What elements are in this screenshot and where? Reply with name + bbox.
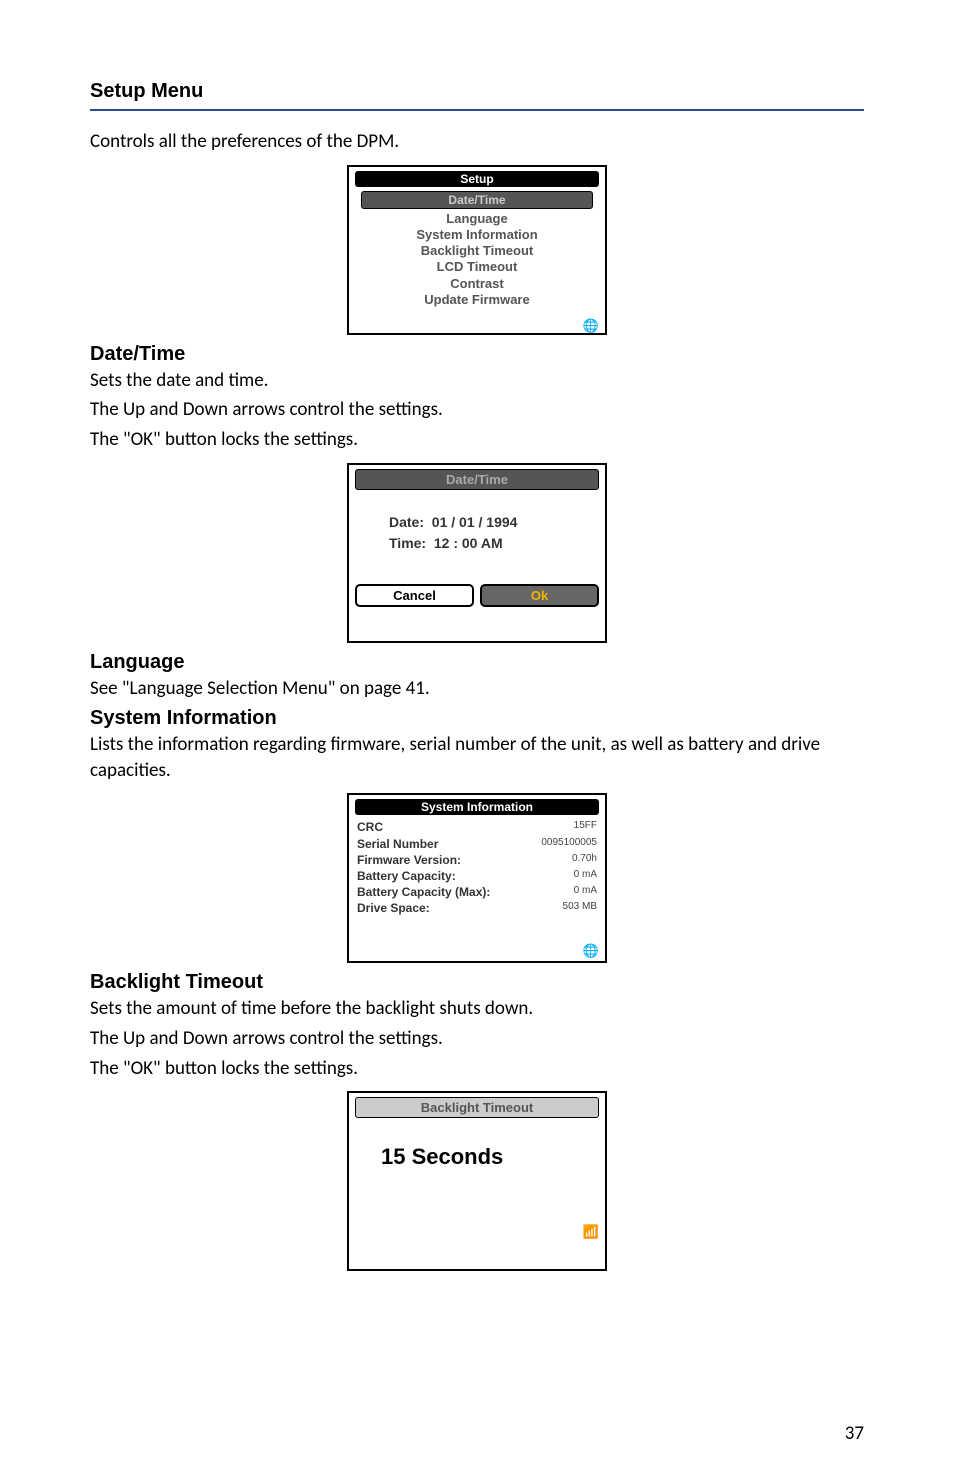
backlight-titlebar: Backlight Timeout bbox=[355, 1097, 599, 1118]
sys-label: Drive Space: bbox=[357, 900, 430, 916]
sys-value: 0095100005 bbox=[541, 836, 597, 852]
time-label: Time: bbox=[389, 535, 426, 551]
system-info-heading: System Information bbox=[90, 707, 864, 730]
language-heading: Language bbox=[90, 651, 864, 674]
setup-device-screen: Setup Date/Time Language System Informat… bbox=[347, 165, 607, 335]
sys-value: 0.70h bbox=[572, 852, 597, 868]
setup-menu-item[interactable]: System Information bbox=[355, 227, 599, 243]
sys-row: Drive Space: 503 MB bbox=[355, 900, 599, 916]
globe-icon: 🌐 bbox=[583, 318, 599, 334]
sys-row: Battery Capacity: 0 mA bbox=[355, 868, 599, 884]
date-time-line3: The "OK" button locks the settings. bbox=[90, 427, 864, 453]
backlight-heading: Backlight Timeout bbox=[90, 971, 864, 994]
sys-label: Firmware Version: bbox=[357, 852, 461, 868]
sys-label: Battery Capacity: bbox=[357, 868, 456, 884]
backlight-line1: Sets the amount of time before the backl… bbox=[90, 996, 864, 1022]
setup-titlebar: Setup bbox=[355, 171, 599, 187]
time-value[interactable]: 12 : 00 AM bbox=[434, 535, 503, 551]
sys-row: Firmware Version: 0.70h bbox=[355, 852, 599, 868]
date-time-line2: The Up and Down arrows control the setti… bbox=[90, 397, 864, 423]
page-number: 37 bbox=[845, 1422, 864, 1445]
setup-menu-item[interactable]: Contrast bbox=[355, 276, 599, 292]
sysinfo-device-screen: System Information CRC 15FF Serial Numbe… bbox=[347, 793, 607, 963]
sys-value: 0 mA bbox=[574, 868, 597, 884]
globe-icon: 🌐 bbox=[583, 943, 599, 959]
date-time-line1: Sets the date and time. bbox=[90, 368, 864, 394]
system-info-text: Lists the information regarding firmware… bbox=[90, 732, 864, 783]
sys-value: 0 mA bbox=[574, 884, 597, 900]
sys-value: 503 MB bbox=[563, 900, 597, 916]
sys-value: 15FF bbox=[574, 819, 597, 835]
datetime-titlebar: Date/Time bbox=[355, 469, 599, 490]
sys-row: Serial Number 0095100005 bbox=[355, 836, 599, 852]
signal-icon: 📶 bbox=[583, 1224, 599, 1240]
setup-menu-item[interactable]: Language bbox=[355, 211, 599, 227]
datetime-device-screen: Date/Time Date: 01 / 01 / 1994 Time: 12 … bbox=[347, 463, 607, 643]
setup-menu-item[interactable]: Backlight Timeout bbox=[355, 243, 599, 259]
setup-intro-text: Controls all the preferences of the DPM. bbox=[90, 129, 864, 155]
heading-rule bbox=[90, 109, 864, 111]
setup-menu-heading: Setup Menu bbox=[90, 80, 864, 103]
setup-menu-list: Language System Information Backlight Ti… bbox=[355, 209, 599, 315]
date-time-heading: Date/Time bbox=[90, 343, 864, 366]
date-label: Date: bbox=[389, 514, 424, 530]
sys-label: Battery Capacity (Max): bbox=[357, 884, 490, 900]
setup-menu-item[interactable]: LCD Timeout bbox=[355, 259, 599, 275]
ok-button[interactable]: Ok bbox=[480, 584, 599, 607]
backlight-line3: The "OK" button locks the settings. bbox=[90, 1056, 864, 1082]
language-text: See "Language Selection Menu" on page 41… bbox=[90, 676, 864, 702]
setup-menu-item[interactable]: Update Firmware bbox=[355, 292, 599, 308]
sys-row: CRC 15FF bbox=[355, 819, 599, 835]
sys-label: CRC bbox=[357, 819, 383, 835]
sysinfo-titlebar: System Information bbox=[355, 799, 599, 815]
date-value[interactable]: 01 / 01 / 1994 bbox=[432, 514, 518, 530]
setup-selected-item[interactable]: Date/Time bbox=[361, 191, 593, 209]
sys-row: Battery Capacity (Max): 0 mA bbox=[355, 884, 599, 900]
sys-label: Serial Number bbox=[357, 836, 438, 852]
backlight-value[interactable]: 15 Seconds bbox=[355, 1134, 599, 1220]
backlight-device-screen: Backlight Timeout 15 Seconds 📶 bbox=[347, 1091, 607, 1271]
cancel-button[interactable]: Cancel bbox=[355, 584, 474, 607]
backlight-line2: The Up and Down arrows control the setti… bbox=[90, 1026, 864, 1052]
